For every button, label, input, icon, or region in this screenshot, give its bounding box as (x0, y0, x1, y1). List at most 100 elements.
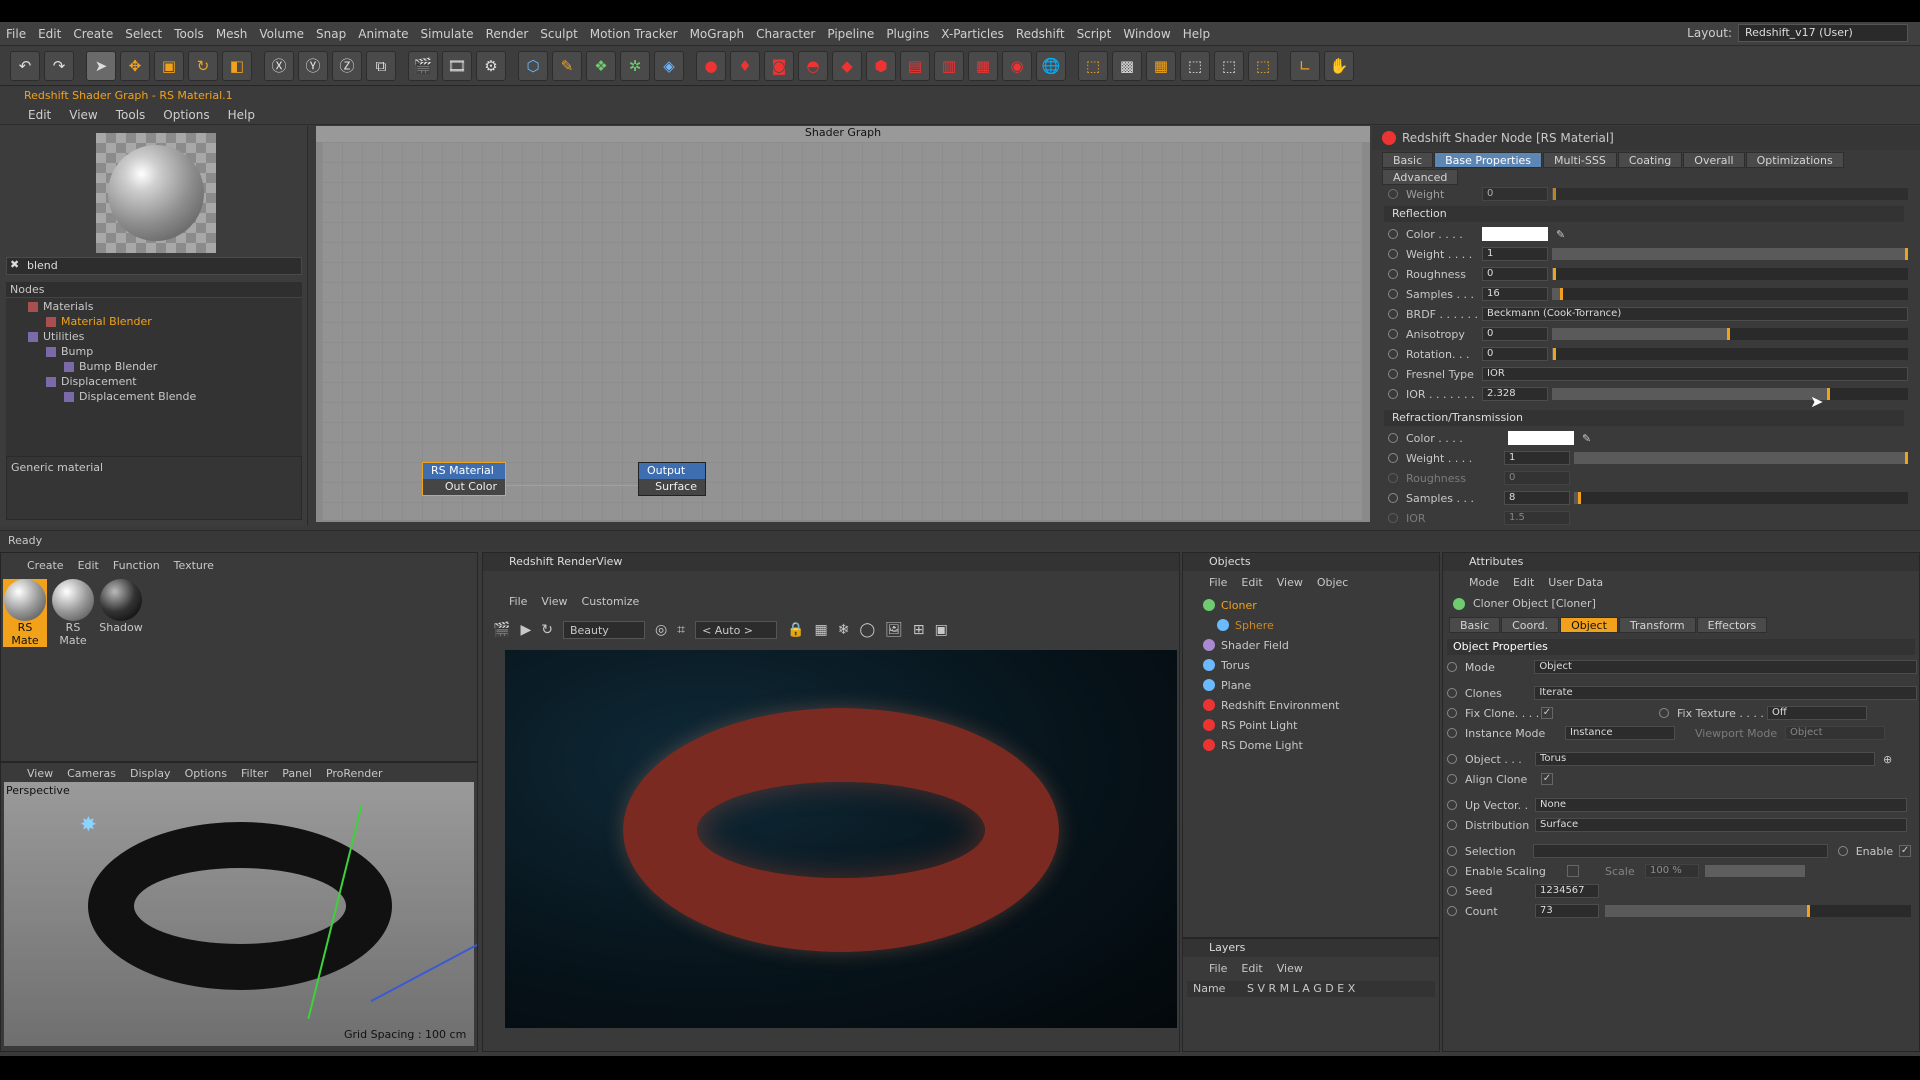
tree-displacement-blender[interactable]: Displacement Blende (64, 390, 196, 403)
rs-spot-light-icon[interactable]: ♦ (730, 50, 760, 81)
rgb-icon[interactable]: ◎ (655, 622, 667, 638)
menu-plugins[interactable]: Plugins (880, 27, 935, 41)
grid-icon[interactable]: ▦ (1146, 50, 1176, 81)
rs-camera-icon[interactable]: ◙ (764, 50, 794, 81)
tab-multi-sss[interactable]: Multi-SSS (1543, 152, 1617, 168)
vp-menu-filter[interactable]: Filter (241, 767, 268, 780)
port-surface[interactable]: Surface (639, 479, 705, 495)
attr-menu-user-data[interactable]: User Data (1548, 576, 1603, 589)
obj-menu-file[interactable]: File (1209, 576, 1227, 589)
vp-menu-view[interactable]: View (27, 767, 53, 780)
attr-tab-coord[interactable]: Coord. (1501, 617, 1560, 633)
vp-menu-display[interactable]: Display (130, 767, 171, 780)
node-rs-material[interactable]: RS Material Out Color (422, 462, 506, 496)
layers-menu-file[interactable]: File (1209, 962, 1227, 975)
tab-coating[interactable]: Coating (1617, 152, 1683, 168)
sg-menu-tools[interactable]: Tools (116, 108, 146, 122)
render-image[interactable] (505, 650, 1177, 1028)
obj-menu-objects[interactable]: Objec (1317, 576, 1349, 589)
tab-overall[interactable]: Overall (1683, 152, 1745, 168)
menu-select[interactable]: Select (119, 27, 168, 41)
tree-bump-blender[interactable]: Bump Blender (64, 360, 157, 373)
render-settings-icon[interactable]: ⚙ (476, 50, 506, 81)
refresh-icon[interactable]: ↻ (541, 622, 553, 638)
add-snapshot-icon[interactable]: ⊞ (913, 622, 925, 638)
last-tool-icon[interactable]: ◧ (222, 50, 252, 81)
vp-menu-cameras[interactable]: Cameras (67, 767, 116, 780)
menu-edit[interactable]: Edit (32, 27, 67, 41)
menu-render[interactable]: Render (480, 27, 535, 41)
vp-menu-options[interactable]: Options (185, 767, 227, 780)
menu-simulate[interactable]: Simulate (415, 27, 480, 41)
distribution-dropdown[interactable]: Surface (1535, 818, 1907, 832)
tree-materials[interactable]: Materials (28, 300, 93, 313)
material-swatch-2[interactable]: RS Mate (51, 579, 95, 647)
menu-volume[interactable]: Volume (253, 27, 310, 41)
menu-script[interactable]: Script (1071, 27, 1118, 41)
box-icon-2[interactable]: ⬚ (1214, 50, 1244, 81)
rv-menu-customize[interactable]: Customize (582, 595, 640, 608)
rv-menu-file[interactable]: File (509, 595, 527, 608)
mm-menu-create[interactable]: Create (27, 559, 64, 572)
move-icon[interactable]: ✥ (120, 50, 150, 81)
attr-tab-object[interactable]: Object (1560, 617, 1618, 633)
z-axis-handle[interactable] (370, 943, 478, 1003)
tree-utilities[interactable]: Utilities (28, 330, 84, 343)
viewport-canvas[interactable]: Perspective ✸ Grid Spacing : 100 cm (4, 782, 478, 1046)
sg-menu-edit[interactable]: Edit (28, 108, 51, 122)
node-output[interactable]: Output Surface (638, 462, 706, 496)
axis-x-icon[interactable]: Ⓧ (264, 50, 294, 81)
menu-x-particles[interactable]: X-Particles (935, 27, 1010, 41)
layers-menu-view[interactable]: View (1277, 962, 1303, 975)
menu-file[interactable]: File (0, 27, 32, 41)
play-icon[interactable]: ▶ (520, 622, 531, 638)
tab-advanced[interactable]: Advanced (1382, 169, 1459, 185)
material-swatch-3[interactable]: Shadow (99, 579, 143, 634)
tree-displacement[interactable]: Displacement (46, 375, 137, 388)
attr-menu-edit[interactable]: Edit (1513, 576, 1534, 589)
view-cube-icon[interactable]: ⬚ (1078, 50, 1108, 81)
box-icon-3[interactable]: ⬚ (1248, 50, 1278, 81)
fresnel-dropdown[interactable]: IOR (1482, 367, 1908, 381)
tab-basic[interactable]: Basic (1382, 152, 1434, 168)
tab-base-properties[interactable]: Base Properties (1434, 152, 1542, 168)
vp-menu-prorender[interactable]: ProRender (326, 767, 383, 780)
hand-icon[interactable]: ✋ (1324, 50, 1354, 81)
node-search-input[interactable]: blend (6, 257, 302, 275)
rs-dome-icon[interactable]: ◓ (798, 50, 828, 81)
rs-area-light-icon[interactable]: ◆ (832, 50, 862, 81)
menu-character[interactable]: Character (750, 27, 821, 41)
up-vector-dropdown[interactable]: None (1535, 798, 1907, 812)
object-link-field[interactable]: Torus (1535, 752, 1875, 766)
port-out-color[interactable]: Out Color (423, 479, 505, 495)
attr-menu-mode[interactable]: Mode (1469, 576, 1499, 589)
menu-snap[interactable]: Snap (310, 27, 352, 41)
fix-clone-checkbox[interactable]: ✓ (1541, 707, 1553, 719)
cloner-icon[interactable]: ✲ (620, 50, 650, 81)
freeze-icon[interactable]: ❄ (838, 622, 850, 638)
mm-menu-function[interactable]: Function (113, 559, 160, 572)
eyedropper-icon[interactable]: ✎ (1582, 432, 1591, 445)
axis-z-icon[interactable]: Ⓩ (332, 50, 362, 81)
pick-object-icon[interactable]: ⊕ (1883, 753, 1892, 766)
circle-icon[interactable]: ◯ (859, 622, 875, 638)
rs-sun-icon[interactable]: ▦ (968, 50, 998, 81)
layout-dropdown[interactable]: Redshift_v17 (User) (1738, 24, 1908, 42)
menu-mograph[interactable]: MoGraph (684, 27, 751, 41)
seed-field[interactable]: 1234567 (1535, 884, 1599, 898)
render-picture-icon[interactable]: 🎞 (442, 50, 472, 81)
vp-menu-panel[interactable]: Panel (282, 767, 312, 780)
coordinate-system-icon[interactable]: ⧉ (366, 50, 396, 81)
attr-tab-basic[interactable]: Basic (1449, 617, 1501, 633)
floor-icon[interactable]: ∟ (1290, 50, 1320, 81)
rs-ies-icon[interactable]: ◉ (1002, 50, 1032, 81)
section-refraction[interactable]: Refraction/Transmission (1384, 410, 1904, 426)
subdivision-icon[interactable]: ❖ (586, 50, 616, 81)
section-reflection[interactable]: Reflection (1384, 206, 1904, 222)
axis-y-icon[interactable]: Ⓨ (298, 50, 328, 81)
mm-menu-edit[interactable]: Edit (78, 559, 99, 572)
deformer-icon[interactable]: ◈ (654, 50, 684, 81)
clear-search-icon[interactable]: ✖ (10, 258, 19, 271)
menu-mesh[interactable]: Mesh (210, 27, 254, 41)
save-image-icon[interactable]: 🖼 (885, 622, 903, 638)
